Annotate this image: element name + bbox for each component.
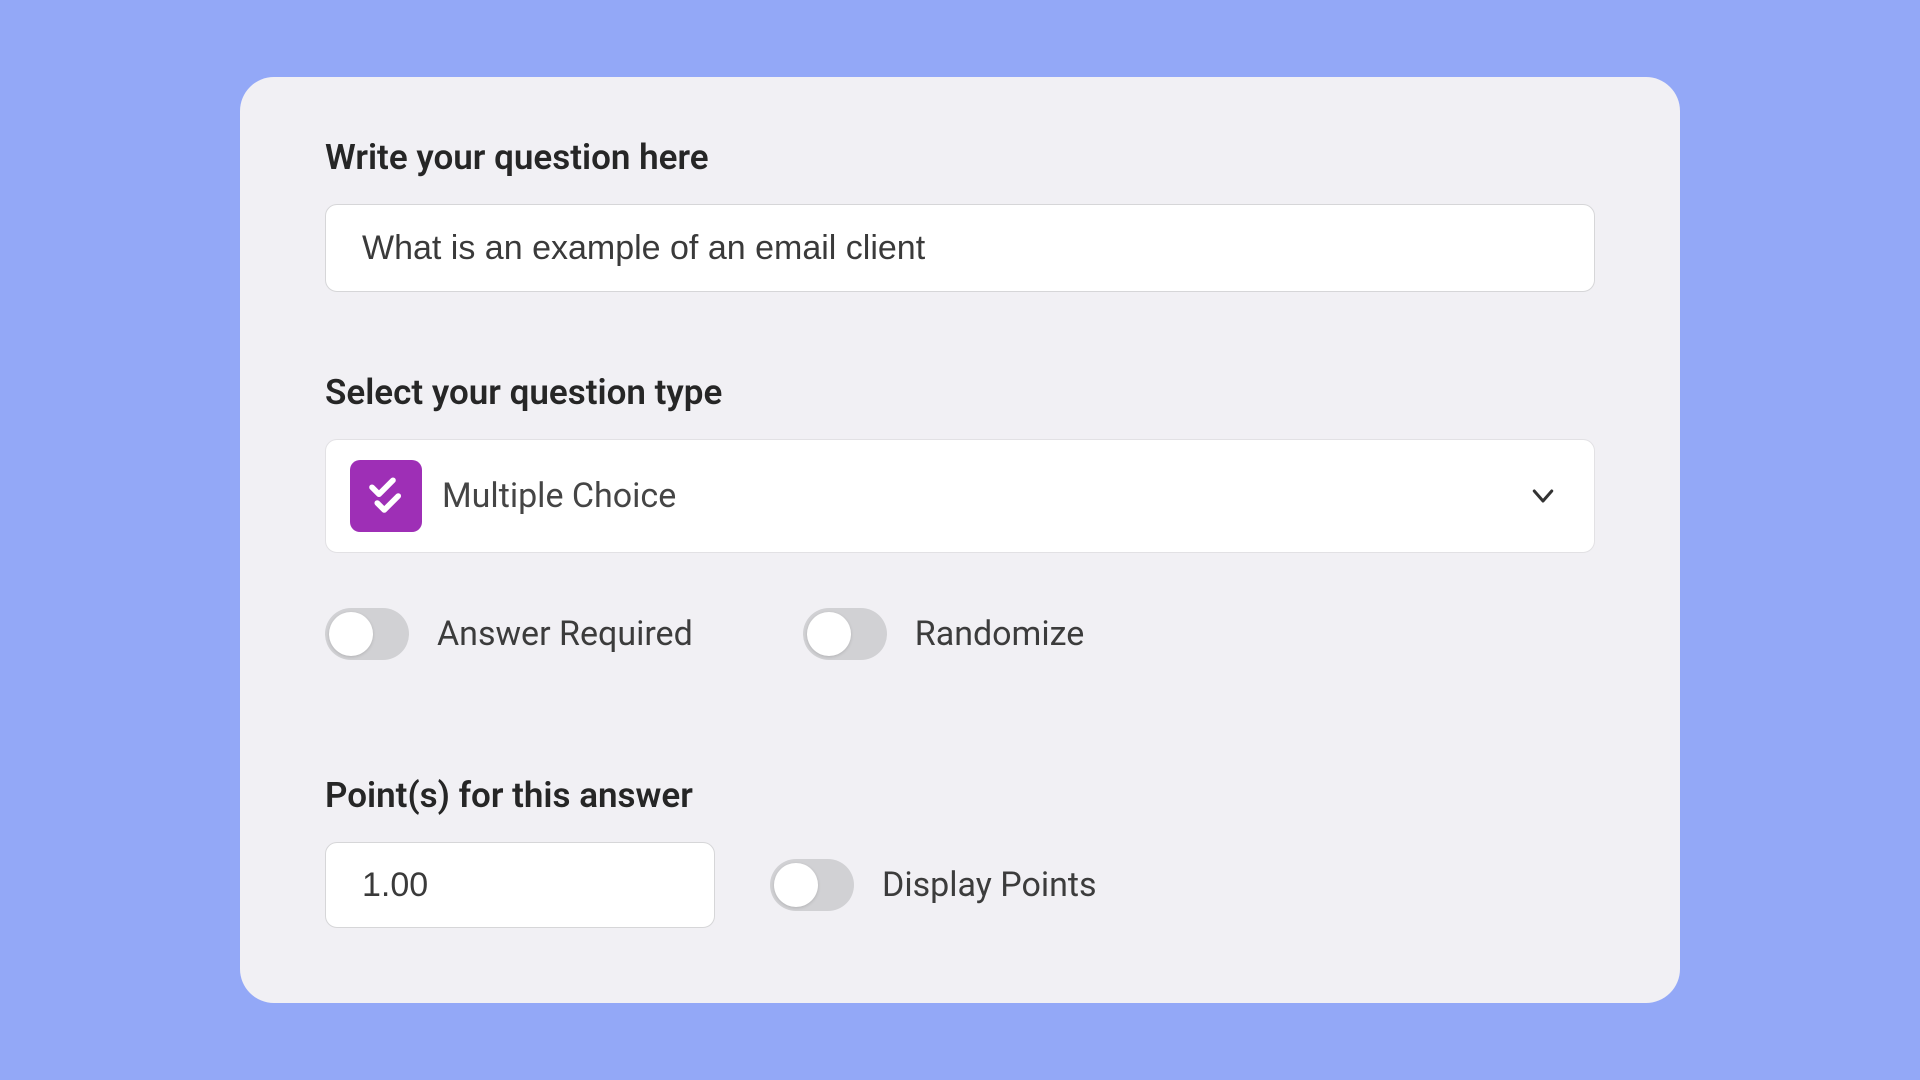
answer-required-toggle[interactable] bbox=[325, 608, 409, 660]
chevron-down-icon bbox=[1528, 481, 1558, 511]
question-type-select[interactable]: Multiple Choice bbox=[325, 439, 1595, 553]
randomize-label: Randomize bbox=[915, 614, 1085, 654]
multiple-choice-icon bbox=[350, 460, 422, 532]
question-editor-card: Write your question here Select your que… bbox=[240, 77, 1680, 1003]
options-row: Answer Required Randomize bbox=[325, 608, 1595, 660]
points-input[interactable] bbox=[325, 842, 715, 928]
question-input[interactable] bbox=[325, 204, 1595, 292]
randomize-group: Randomize bbox=[803, 608, 1085, 660]
answer-required-group: Answer Required bbox=[325, 608, 693, 660]
type-label: Select your question type bbox=[325, 372, 1595, 413]
display-points-group: Display Points bbox=[770, 859, 1097, 911]
type-selected-label: Multiple Choice bbox=[442, 476, 1528, 516]
points-label: Point(s) for this answer bbox=[325, 775, 1595, 816]
points-row: Display Points bbox=[325, 842, 1595, 928]
display-points-toggle[interactable] bbox=[770, 859, 854, 911]
question-label: Write your question here bbox=[325, 137, 1595, 178]
randomize-toggle[interactable] bbox=[803, 608, 887, 660]
display-points-label: Display Points bbox=[882, 865, 1097, 905]
answer-required-label: Answer Required bbox=[437, 614, 693, 654]
